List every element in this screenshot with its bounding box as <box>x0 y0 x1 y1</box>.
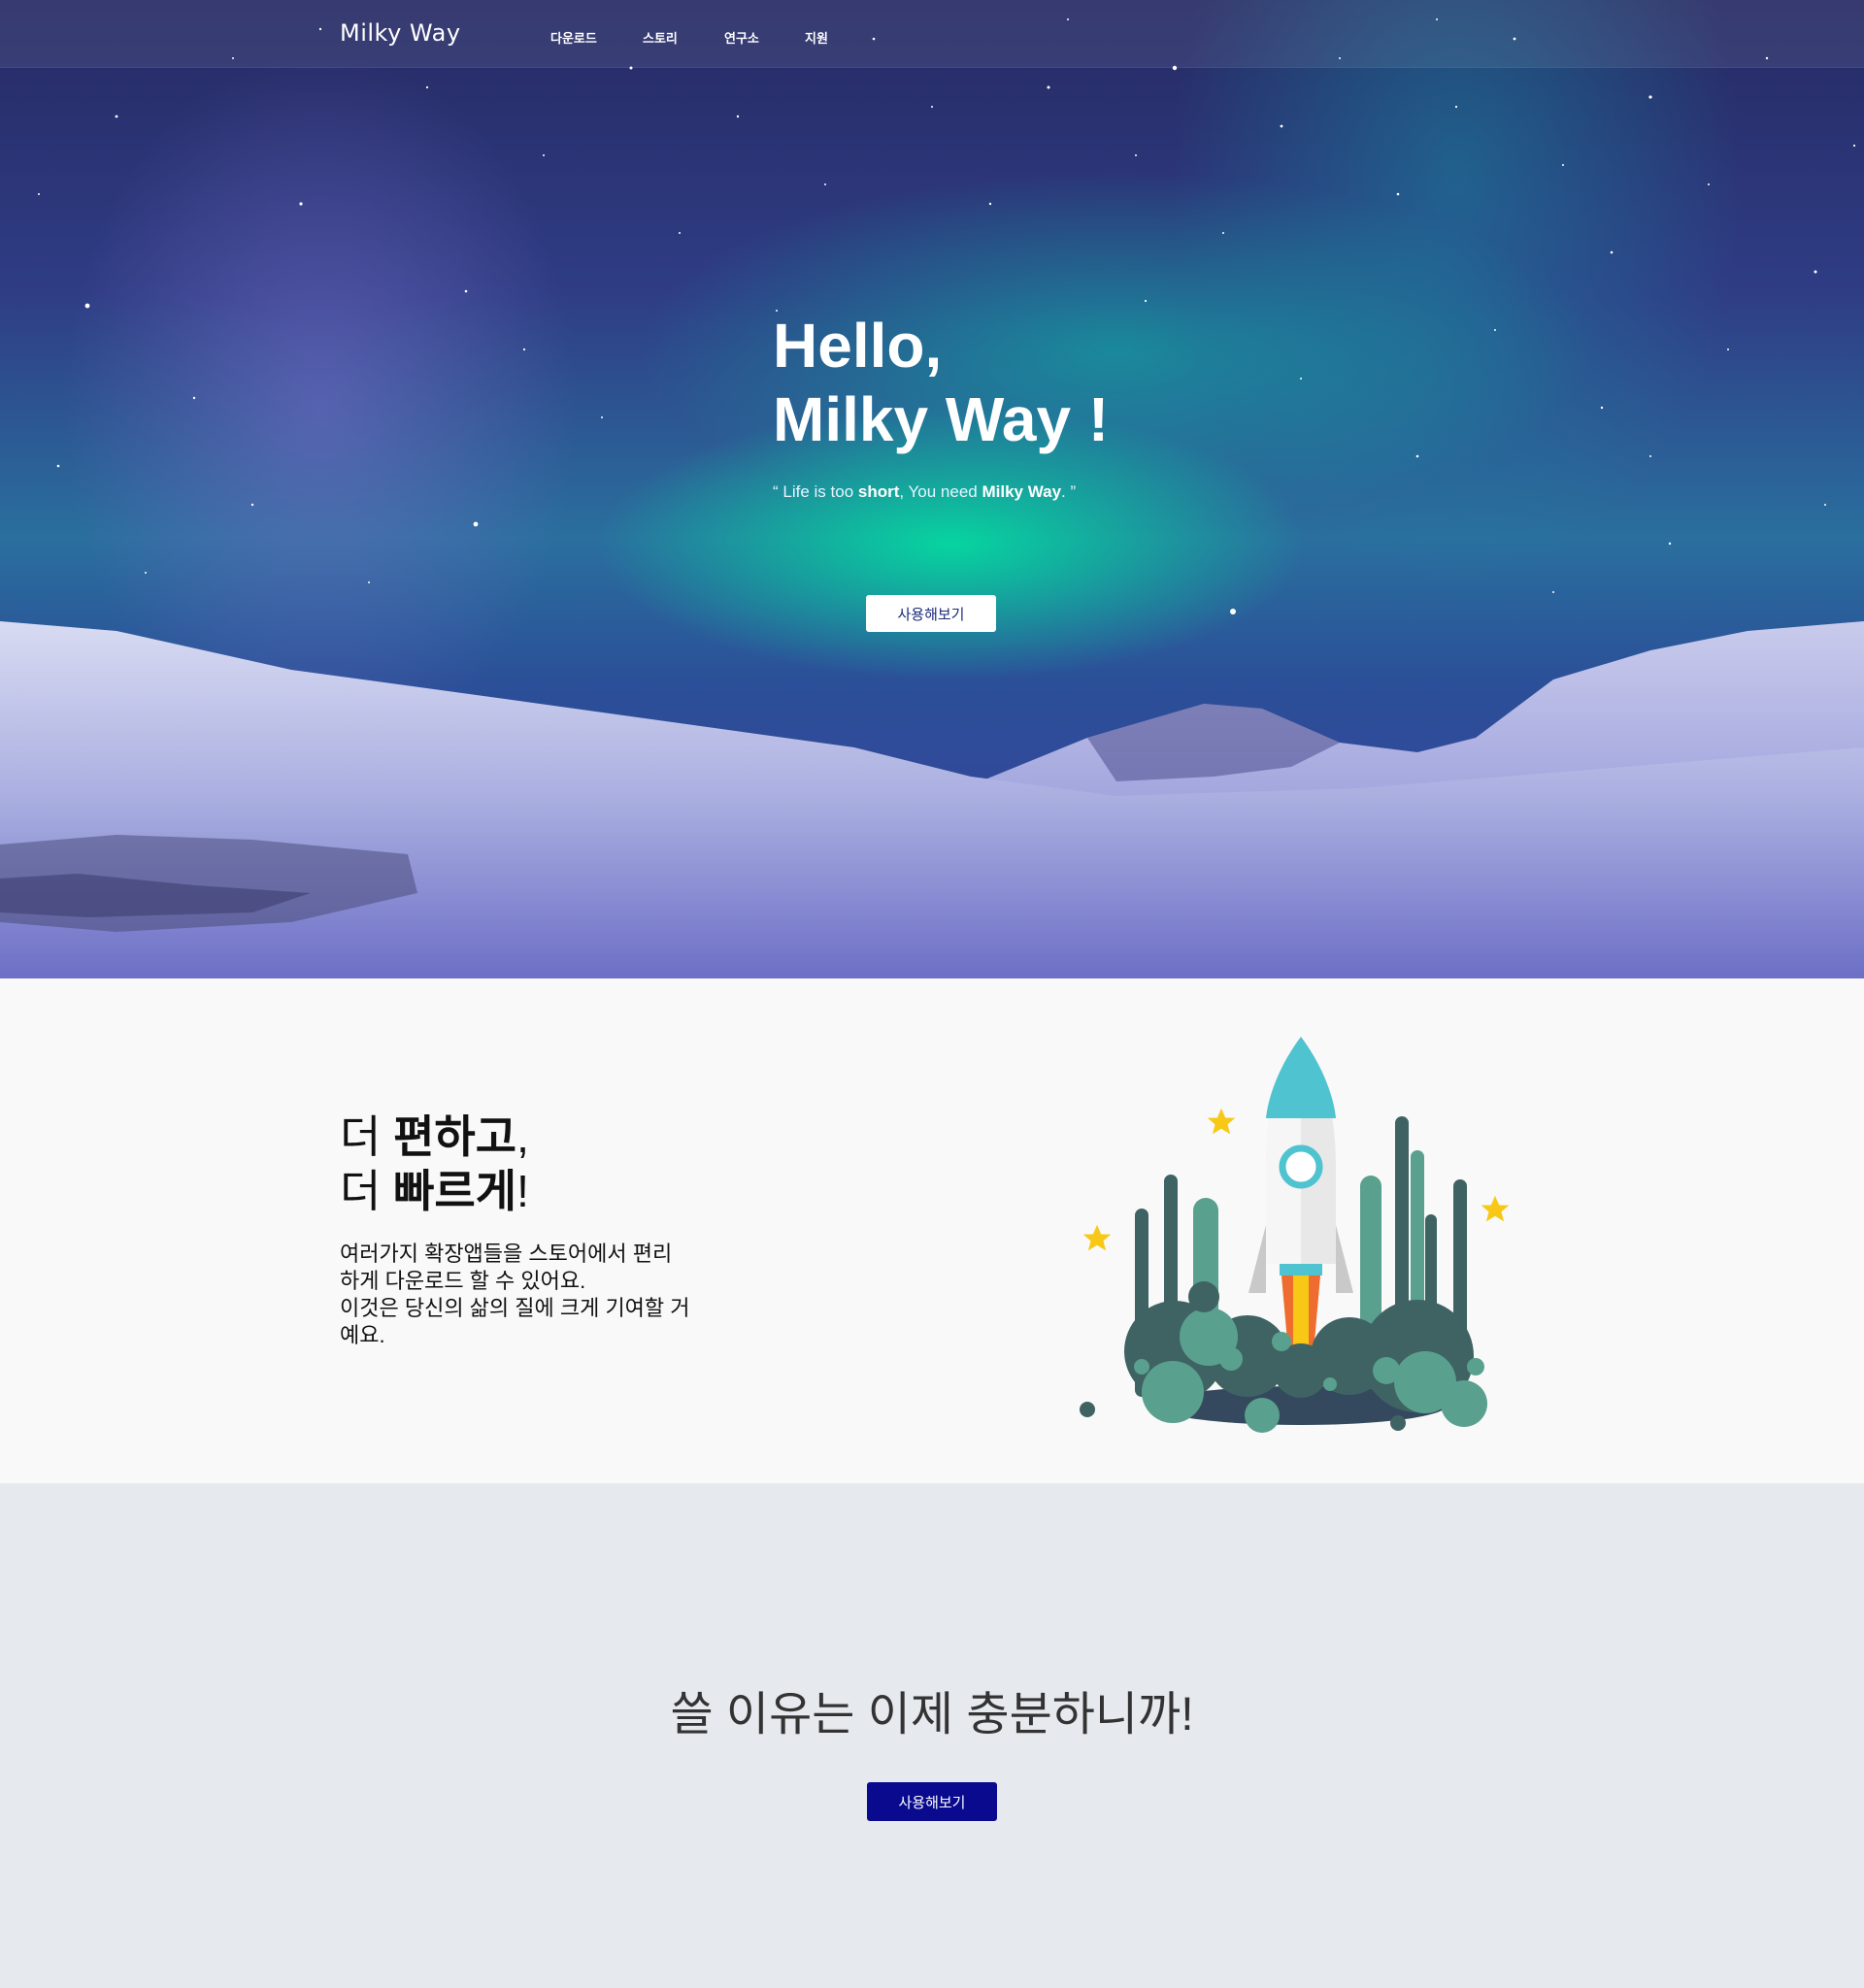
feature-title-text: ! <box>516 1166 529 1216</box>
top-navigation-bar: Milky Way 다운로드 스토리 연구소 지원 <box>0 0 1864 68</box>
site-logo[interactable]: Milky Way <box>340 19 461 47</box>
rocket-illustration <box>1080 1037 1510 1433</box>
cta-title: 쓸 이유는 이제 충분하니까! <box>670 1689 1194 1740</box>
hero-title-line1: Hello, <box>773 311 943 381</box>
rocket-icon <box>1248 1037 1353 1363</box>
cta-try-button[interactable]: 사용해보기 <box>867 1782 997 1821</box>
feature-description: 여러가지 확장앱들을 스토어에서 편리 하게 다운로드 할 수 있어요. 이것은… <box>340 1241 728 1349</box>
feature-title-emphasis: 편하고 <box>393 1111 517 1162</box>
feature-title-emphasis: 빠르게 <box>393 1166 517 1216</box>
nav-item-support[interactable]: 지원 <box>805 28 828 47</box>
feature-description-line: 하게 다운로드 할 수 있어요. <box>340 1269 586 1293</box>
hero-subtitle: “ Life is too short, You need Milky Way.… <box>773 482 1076 502</box>
feature-section: 더 편하고, 더 빠르게! 여러가지 확장앱들을 스토어에서 편리 하게 다운로… <box>0 978 1864 1483</box>
star-icon <box>1082 1224 1112 1251</box>
hero-section: Milky Way 다운로드 스토리 연구소 지원 Hello, Milky W… <box>0 0 1864 978</box>
feature-description-line: 예요. <box>340 1323 385 1347</box>
hero-title-line2: Milky Way ! <box>773 384 1110 454</box>
feature-title-text: 더 <box>340 1111 394 1162</box>
feature-title-text: , <box>516 1111 529 1162</box>
feature-description-line: 이것은 당신의 삶의 질에 크게 기여할 거 <box>340 1296 690 1320</box>
hero-subtitle-emphasis: Milky Way <box>982 482 1062 501</box>
star-icon <box>1481 1195 1510 1222</box>
hero-subtitle-text: “ Life is too <box>773 482 858 501</box>
star-icon <box>1207 1108 1236 1135</box>
feature-title-text: 더 <box>340 1166 394 1216</box>
hero-subtitle-emphasis: short <box>857 482 900 501</box>
nav-item-story[interactable]: 스토리 <box>643 28 678 47</box>
nav-item-download[interactable]: 다운로드 <box>550 28 597 47</box>
hero-title: Hello, Milky Way ! <box>773 309 1109 456</box>
hero-subtitle-text: , You need <box>899 482 982 501</box>
cta-section: 쓸 이유는 이제 충분하니까! 사용해보기 <box>0 1483 1864 1988</box>
nav-item-lab[interactable]: 연구소 <box>724 28 759 47</box>
hero-try-button[interactable]: 사용해보기 <box>866 595 996 632</box>
hero-subtitle-text: . ” <box>1061 482 1077 501</box>
feature-description-line: 여러가지 확장앱들을 스토어에서 편리 <box>340 1242 673 1266</box>
feature-title: 더 편하고, 더 빠르게! <box>340 1110 529 1218</box>
